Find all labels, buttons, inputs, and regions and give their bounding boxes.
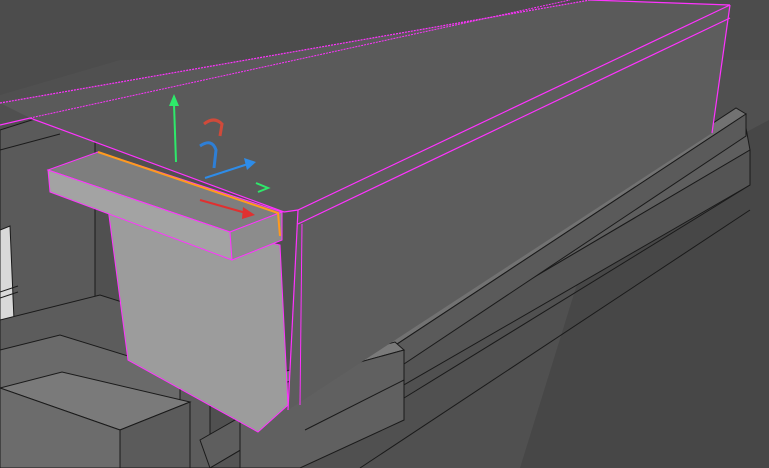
wall-panel-face xyxy=(0,117,96,331)
wall-panel[interactable] xyxy=(0,117,96,331)
3d-viewport[interactable] xyxy=(0,0,769,468)
viewport-canvas[interactable] xyxy=(0,0,769,468)
